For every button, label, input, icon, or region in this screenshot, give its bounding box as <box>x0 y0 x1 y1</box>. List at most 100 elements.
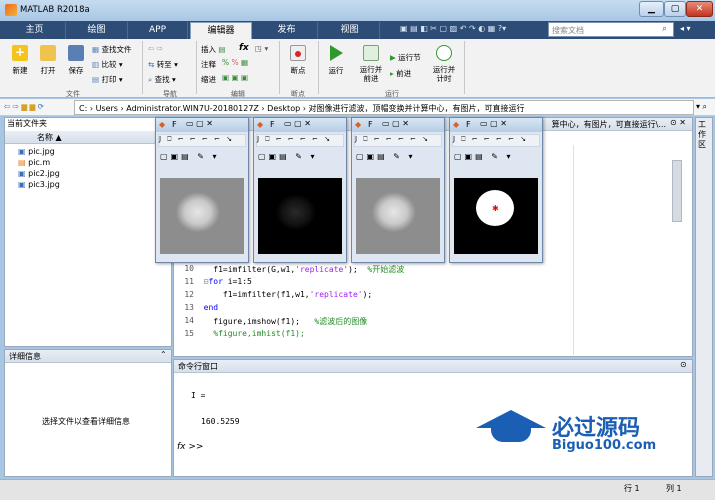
list-item[interactable]: ▤ pic.m <box>18 158 158 169</box>
group-separator <box>318 41 319 94</box>
figure-toolbar-icons[interactable]: ▢▣▤ ✎ ▾ <box>258 152 317 161</box>
group-label-edit: 编辑 <box>231 90 245 98</box>
breakpoints-button[interactable]: 断点 <box>284 45 312 76</box>
tab-home[interactable]: 主页 <box>4 22 66 39</box>
tab-apps[interactable]: APP <box>128 22 188 39</box>
figure-titlebar: ◆ F ▭ ▢ ✕ <box>254 118 346 132</box>
figure-icon: ◆ <box>355 120 362 129</box>
group-separator <box>196 41 197 94</box>
run-advance-button[interactable]: 运行并 前进 <box>356 45 386 83</box>
run-section-icon: ▶ <box>390 53 396 62</box>
figure-menubar[interactable]: J ⎕ ⌐ ⌐ ⌐ ⌐ ↘ <box>158 134 246 147</box>
figure-window-4[interactable]: ◆ F ▭ ▢ ✕ J ⎕ ⌐ ⌐ ⌐ ⌐ ↘ ✱ <box>449 117 543 263</box>
code-line: figure,imshow(f1); %滤波后的图像 <box>194 317 368 326</box>
line-number: 12 <box>184 290 194 299</box>
tab-plots[interactable]: 绘图 <box>66 22 128 39</box>
figure-menubar[interactable]: J ⎕ ⌐ ⌐ ⌐ ⌐ ↘ <box>452 134 540 147</box>
open-button[interactable]: 打开 <box>36 45 60 76</box>
line-number: 10 <box>184 264 194 273</box>
figure-window-3[interactable]: ◆ F ▭ ▢ ✕ J ⎕ ⌐ ⌐ ⌐ ⌐ ↘ <box>351 117 445 263</box>
code-line: f1=imfilter(G,w1,'replicate'); %开始滤波 <box>194 265 405 274</box>
list-item[interactable]: ▣ pic.jpg <box>18 147 158 158</box>
group-label-file: 文件 <box>66 90 80 98</box>
matlab-logo-icon <box>5 4 17 16</box>
insert-icon: ▤ <box>218 45 226 54</box>
find-button[interactable]: ⌕ 查找 ▾ <box>148 74 194 85</box>
indent-icons[interactable]: ▣ ▣ ▣ <box>222 73 248 82</box>
editor-header-buttons[interactable]: ⊙ ✕ <box>670 118 686 127</box>
status-bar <box>0 479 715 500</box>
figure-titlebar: ◆ F ▭ ▢ ✕ <box>450 118 542 132</box>
command-prompt[interactable]: fx >> <box>177 442 203 452</box>
editor-scrollbar[interactable] <box>672 160 682 222</box>
figure-window-buttons[interactable]: ▭ ▢ ✕ <box>382 119 409 128</box>
goto-icon: ⇆ <box>148 60 155 69</box>
run-button[interactable]: 运行 <box>324 45 348 76</box>
command-window-menu-icon[interactable]: ⊙ <box>680 360 687 369</box>
figure-window-buttons[interactable]: ▭ ▢ ✕ <box>284 119 311 128</box>
compare-button[interactable]: ▥ 比较 ▾ <box>92 59 142 70</box>
file-list: ▣ pic.jpg ▤ pic.m ▣ pic2.jpg ▣ pic3.jpg <box>18 147 158 191</box>
minimize-button[interactable]: ▁ <box>639 1 664 17</box>
search-icon: ⌕ <box>662 24 668 34</box>
figure-toolbar-icons[interactable]: ▢▣▤ ✎ ▾ <box>356 152 415 161</box>
watermark-logo <box>476 410 546 454</box>
group-label-nav: 导航 <box>163 90 177 98</box>
nav-mini-icons[interactable]: ⇦ ⇨ <box>148 44 163 53</box>
name-column-header[interactable]: 名称 ▲ <box>5 131 171 144</box>
figure-window-buttons[interactable]: ▭ ▢ ✕ <box>186 119 213 128</box>
figure-image <box>356 178 440 254</box>
print-button[interactable]: ▤ 打印 ▾ <box>92 74 142 85</box>
image-file-icon: ▣ <box>18 169 26 178</box>
tab-view[interactable]: 视图 <box>320 22 380 39</box>
output-value: 160.5259 <box>201 417 240 426</box>
code-area[interactable]: 10 f1=imfilter(G,w1,'replicate'); %开始滤波 … <box>174 264 574 342</box>
insert-button[interactable]: 插入 ▤ <box>201 44 237 55</box>
figure-icon: ◆ <box>257 120 264 129</box>
list-item[interactable]: ▣ pic3.jpg <box>18 180 158 191</box>
line-number: 11 <box>184 277 194 286</box>
path-dropdown-icon[interactable]: ▾ ⌕ <box>696 102 707 112</box>
run-advance-icon <box>363 45 379 61</box>
run-play-icon <box>329 45 343 61</box>
figure-menubar[interactable]: J ⎕ ⌐ ⌐ ⌐ ⌐ ↘ <box>354 134 442 147</box>
center-marker-icon: ✱ <box>492 204 499 213</box>
maximize-button[interactable]: ▢ <box>664 1 686 17</box>
run-time-button[interactable]: 运行并 计时 <box>428 45 460 83</box>
back-forward-icon[interactable]: ⇦ ⇨ ▆ ▆ ⟳ <box>4 102 44 111</box>
plus-icon: + <box>12 45 28 61</box>
new-button[interactable]: + 新建 <box>8 45 32 76</box>
quick-access-toolbar[interactable]: ▣ ▤ ◧ ✂ ▢ ▨ ↶ ↷ ◐ ▦ ?▾ <box>400 24 540 36</box>
fx-button[interactable]: fx <box>239 43 249 53</box>
tab-editor[interactable]: 编辑器 <box>190 22 252 39</box>
ribbon-toggle-icon[interactable]: ◂ ▾ <box>680 24 691 33</box>
path-field[interactable]: C: › Users › Administrator.WIN7U-2018012… <box>74 100 694 115</box>
collapse-icon[interactable]: ⌃ <box>160 350 167 359</box>
figure-window-2[interactable]: ◆ F ▭ ▢ ✕ J ⎕ ⌐ ⌐ ⌐ ⌐ ↘ <box>253 117 347 263</box>
watermark-url: Biguo100.com <box>552 438 657 453</box>
save-button[interactable]: 保存 <box>64 45 88 76</box>
line-number: 14 <box>184 316 194 325</box>
compare-icon: ▥ <box>92 60 100 69</box>
list-item[interactable]: ▣ pic2.jpg <box>18 169 158 180</box>
figure-icon: ◆ <box>453 120 460 129</box>
figure-toolbar-icons[interactable]: ▢▣▤ ✎ ▾ <box>160 152 219 161</box>
figure-menubar[interactable]: J ⎕ ⌐ ⌐ ⌐ ⌐ ↘ <box>256 134 344 147</box>
goto-button[interactable]: ⇆ 转至 ▾ <box>148 59 194 70</box>
code-line: f1=imfilter(f1,w1,'replicate'); <box>194 290 373 299</box>
find-files-button[interactable]: ▦ 查找文件 <box>92 44 142 55</box>
search-docs-input[interactable]: 搜索文档 <box>548 22 674 37</box>
group-separator <box>142 41 143 94</box>
figure-window-1[interactable]: ◆ F ▭ ▢ ✕ J ⎕ ⌐ ⌐ ⌐ ⌐ ↘ <box>155 117 249 263</box>
edit-icons-row1[interactable]: ◳ ▾ <box>255 44 268 53</box>
status-col: 列 1 <box>666 484 682 493</box>
graduation-cap-icon <box>476 410 546 428</box>
figure-window-buttons[interactable]: ▭ ▢ ✕ <box>480 119 507 128</box>
close-button[interactable]: ✕ <box>686 1 713 17</box>
group-label-run: 运行 <box>385 90 399 98</box>
title-bar <box>0 0 715 21</box>
figure-toolbar-icons[interactable]: ▢▣▤ ✎ ▾ <box>454 152 513 161</box>
comment-icons[interactable]: % % ▦ <box>222 58 248 67</box>
tab-publish[interactable]: 发布 <box>256 22 318 39</box>
workspace-sidebar[interactable] <box>695 117 713 477</box>
